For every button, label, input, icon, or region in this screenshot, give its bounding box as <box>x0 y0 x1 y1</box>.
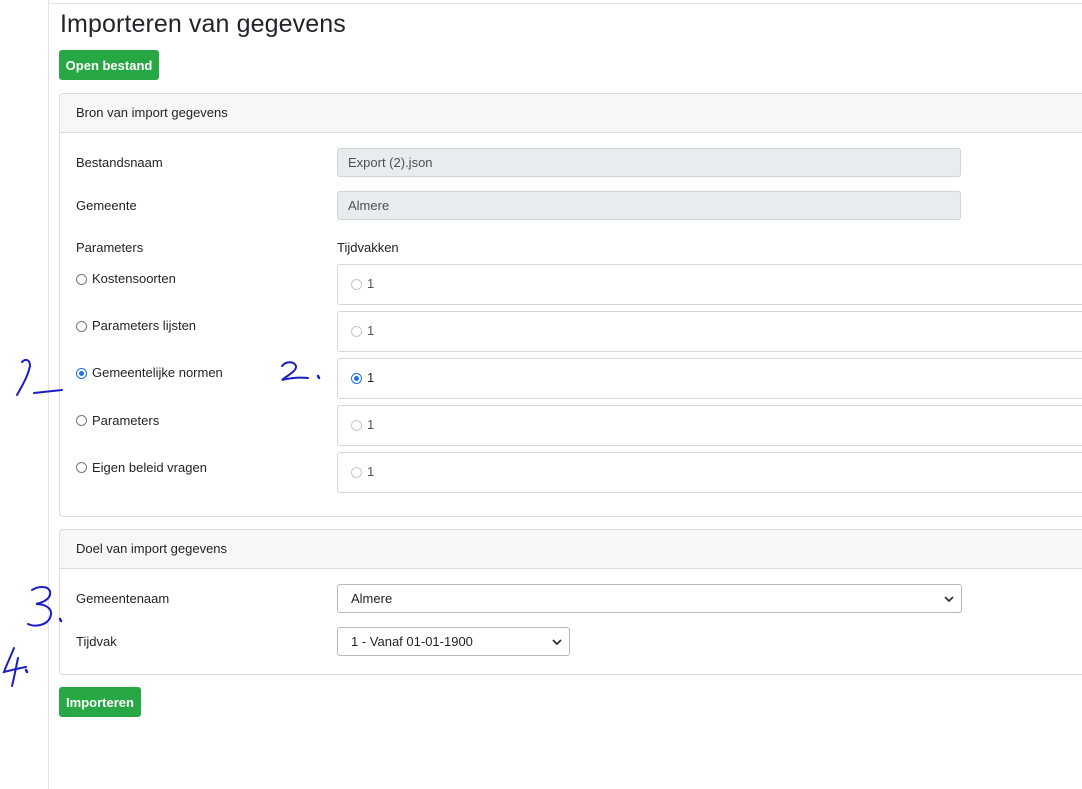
municipality-name-select[interactable]: Almere <box>337 584 962 613</box>
target-card-header: Doel van import gegevens <box>60 530 1082 569</box>
municipality-field: Almere <box>337 191 961 220</box>
period-select-value: 1 - Vanaf 01-01-1900 <box>351 634 473 649</box>
period-box-eigen-beleid-vragen: 1 <box>337 452 1082 493</box>
municipality-label: Gemeente <box>76 198 137 213</box>
radio-kostensoorten[interactable] <box>76 274 87 285</box>
annotation-4-mark <box>2 647 29 687</box>
annotation-3-mark <box>27 586 63 627</box>
period-select[interactable]: 1 - Vanaf 01-01-1900 <box>337 627 570 656</box>
option-label-eigen-beleid-vragen: Eigen beleid vragen <box>92 460 207 475</box>
option-label-parameters-lijsten: Parameters lijsten <box>92 318 197 333</box>
periods-label: Tijdvakken <box>337 240 399 255</box>
period-label: Tijdvak <box>76 634 117 649</box>
filename-field: Export (2).json <box>337 148 961 177</box>
period-radio-gemeentelijke-normen[interactable] <box>351 373 362 384</box>
option-label-kostensoorten: Kostensoorten <box>92 271 176 286</box>
municipality-name-select-value: Almere <box>351 591 393 606</box>
radio-parameters[interactable] <box>76 415 87 426</box>
radio-gemeentelijke-normen[interactable] <box>76 368 87 379</box>
radio-parameters-lijsten[interactable] <box>76 321 87 332</box>
option-label-parameters: Parameters <box>92 413 160 428</box>
page-title: Importeren van gegevens <box>60 10 346 38</box>
period-value-gemeentelijke-normen: 1 <box>367 370 375 385</box>
open-file-button[interactable]: Open bestand <box>59 50 159 80</box>
annotation-2-mark <box>281 361 321 381</box>
parameters-label: Parameters <box>76 240 144 255</box>
annotation-1-mark <box>16 358 63 396</box>
period-radio-parameters[interactable] <box>351 420 362 431</box>
chevron-down-icon <box>552 639 562 646</box>
period-radio-kostensoorten[interactable] <box>351 279 362 290</box>
page-top-border <box>48 3 1082 4</box>
period-value-eigen-beleid-vragen: 1 <box>367 464 375 479</box>
municipality-name-label: Gemeentenaam <box>76 591 170 606</box>
period-box-parameters-lijsten: 1 <box>337 311 1082 352</box>
option-label-gemeentelijke-normen: Gemeentelijke normen <box>92 365 223 380</box>
source-card-header: Bron van import gegevens <box>60 94 1082 133</box>
period-value-parameters-lijsten: 1 <box>367 323 375 338</box>
period-box-kostensoorten: 1 <box>337 264 1082 305</box>
period-value-kostensoorten: 1 <box>367 276 375 291</box>
period-box-gemeentelijke-normen: 1 <box>337 358 1082 399</box>
radio-eigen-beleid-vragen[interactable] <box>76 462 87 473</box>
period-box-parameters: 1 <box>337 405 1082 446</box>
filename-label: Bestandsnaam <box>76 155 163 170</box>
period-radio-eigen-beleid-vragen[interactable] <box>351 467 362 478</box>
chevron-down-icon <box>944 596 954 603</box>
import-button[interactable]: Importeren <box>59 687 141 717</box>
period-value-parameters: 1 <box>367 417 375 432</box>
period-radio-parameters-lijsten[interactable] <box>351 326 362 337</box>
